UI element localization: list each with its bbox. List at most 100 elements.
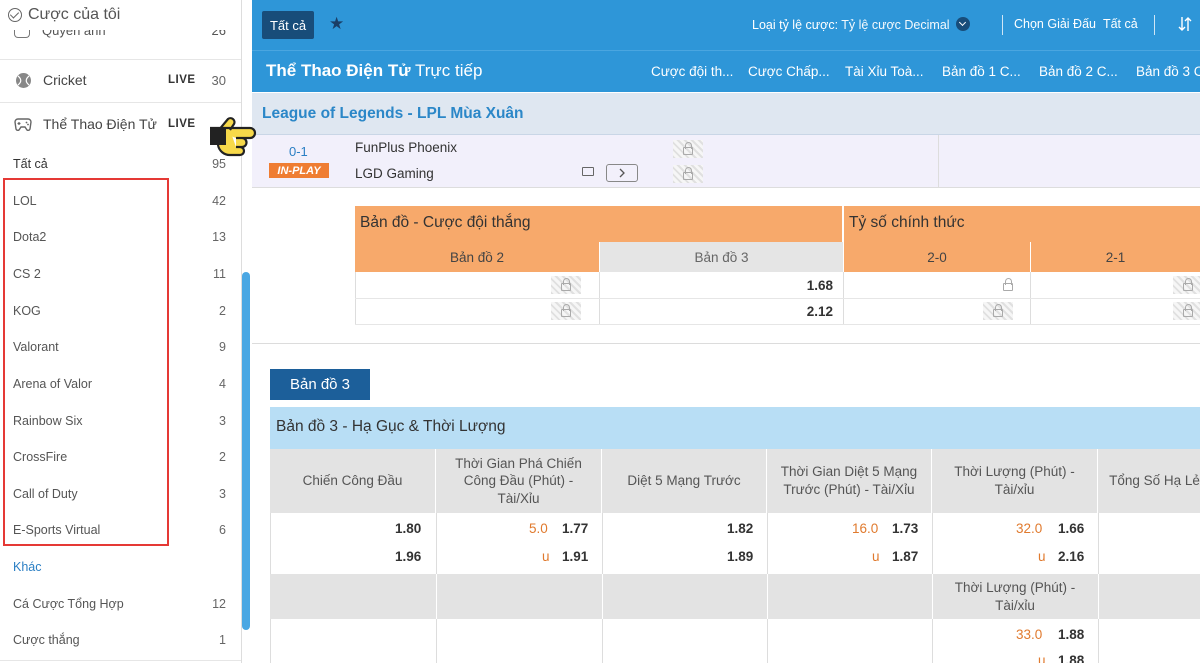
lock-icon — [551, 302, 581, 320]
tab-map-3[interactable]: Bản đồ 3 C... — [1136, 64, 1200, 79]
sidebar-subitem-cs2[interactable]: CS 2 11 — [0, 256, 241, 292]
pointing-hand-icon — [210, 117, 257, 157]
sidebar-item-label: Valorant — [13, 340, 59, 354]
odds-cell[interactable]: 2.16 — [1058, 549, 1084, 564]
handicap-line: u — [872, 549, 880, 564]
tab-map-1[interactable]: Bản đồ 1 C... — [942, 64, 1021, 79]
sidebar-subitem-esports-virtual[interactable]: E-Sports Virtual 6 — [0, 512, 241, 548]
sidebar-subitem-parlay[interactable]: Cá Cược Tổng Hợp 12 — [0, 586, 241, 622]
team-away[interactable]: LGD Gaming — [355, 166, 434, 181]
odds-cell[interactable]: 1.88 — [1058, 627, 1084, 642]
odds-type-selector[interactable]: Loại tỷ lệ cược: Tỷ lệ cược Decimal — [752, 17, 971, 32]
boxing-icon — [14, 30, 30, 38]
odds-type-label: Loại tỷ lệ cược: — [752, 18, 839, 32]
column-header: Tổng Số Hạ Lẻ/Chẵn — [1098, 449, 1200, 513]
market-title-text: Tỷ số chính thức — [849, 214, 965, 231]
league-header[interactable]: League of Legends - LPL Mùa Xuân — [252, 93, 1200, 135]
sidebar-subitem-arena-of-valor[interactable]: Arena of Valor 4 — [0, 366, 241, 402]
tab-map-2[interactable]: Bản đồ 2 C... — [1039, 64, 1118, 79]
column-header: Thời Gian Phá Chiến Công Đầu (Phút) - Tà… — [436, 449, 602, 513]
sidebar-item-count: 3 — [219, 414, 226, 428]
odds-cell[interactable]: 1.91 — [562, 549, 588, 564]
sidebar-scrollbar[interactable] — [242, 272, 250, 630]
odds-type-value: Tỷ lệ cược Decimal — [841, 18, 950, 32]
odds-cell[interactable]: 2.12 — [600, 298, 843, 324]
odds-cell[interactable]: 1.96 — [395, 549, 421, 564]
column-header: Bản đồ 2 — [355, 242, 599, 272]
market-title: Bản đồ 3 - Hạ Gục & Thời Lượng — [270, 407, 1200, 449]
sidebar-item-label: Cá Cược Tổng Hợp — [13, 597, 124, 611]
lock-icon — [1173, 302, 1200, 320]
sidebar-subitem-all[interactable]: Tất cả 95 — [0, 146, 241, 182]
lock-icon — [993, 276, 1023, 294]
match-score: 0-1 — [289, 144, 308, 159]
tab-map-3-markets[interactable]: Bản đồ 3 — [270, 369, 370, 400]
lock-icon — [1173, 276, 1200, 294]
toolbar: Tất cả ★ Loại tỷ lệ cược: Tỷ lệ cược Dec… — [252, 0, 1200, 50]
market-title-text: Bản đồ - Cược đội thắng — [360, 214, 531, 231]
sidebar-subitem-rainbow-six[interactable]: Rainbow Six 3 — [0, 403, 241, 439]
tv-icon[interactable] — [582, 167, 594, 176]
column-header: 2-1 — [1031, 242, 1200, 272]
more-markets-button[interactable] — [606, 164, 638, 182]
tab-match-winner[interactable]: Cược đội th... — [651, 64, 733, 79]
column-header: 2-0 — [844, 242, 1030, 272]
team-home[interactable]: FunPlus Phoenix — [355, 140, 457, 155]
tab-total-over-under[interactable]: Tài Xỉu Toà... — [845, 64, 924, 79]
divider — [1098, 574, 1099, 619]
handicap-line: 16.0 — [852, 521, 879, 536]
column-header: Bản đồ 3 — [600, 242, 843, 272]
sidebar-item-label: Cricket — [43, 72, 87, 88]
sidebar-item-esports[interactable]: Thể Thao Điện Tử LIVE — [0, 104, 241, 144]
tab-handicap[interactable]: Cược Chấp... — [748, 64, 830, 79]
sidebar-subitem-dota2[interactable]: Dota2 13 — [0, 219, 241, 255]
odds-cell[interactable]: 1.66 — [1058, 521, 1084, 536]
sidebar-subitem-kog[interactable]: KOG 2 — [0, 293, 241, 329]
sidebar-subitem-call-of-duty[interactable]: Call of Duty 3 — [0, 476, 241, 512]
sidebar: Cược của tôi Quyền anh 26 Cricket LIVE 3… — [0, 0, 242, 663]
sidebar-item-count: 6 — [219, 523, 226, 537]
sidebar-subitem-valorant[interactable]: Valorant 9 — [0, 329, 241, 365]
sidebar-subitem-outright[interactable]: Cược thắng 1 — [0, 622, 241, 658]
odds-cell[interactable]: 1.77 — [562, 521, 588, 536]
odds-cell[interactable]: 1.87 — [892, 549, 918, 564]
divider — [938, 135, 939, 188]
market-title-text: Bản đồ 3 - Hạ Gục & Thời Lượng — [276, 418, 506, 435]
live-badge: LIVE — [168, 74, 196, 86]
divider — [0, 660, 241, 661]
odds-cell[interactable]: 1.88 — [1058, 653, 1084, 663]
divider — [767, 574, 768, 619]
handicap-line: u — [1038, 653, 1046, 663]
column-header: Thời Lượng (Phút) - Tài/xỉu — [954, 579, 1076, 613]
column-header: Thời Gian Diệt 5 Mạng Trước (Phút) - Tài… — [767, 449, 932, 513]
sidebar-item-count: 12 — [212, 597, 226, 611]
sidebar-item-cricket[interactable]: Cricket LIVE 30 — [0, 60, 241, 100]
my-bets-header[interactable]: Cược của tôi — [8, 6, 120, 24]
gamepad-icon — [14, 115, 32, 133]
sidebar-item-count: 2 — [219, 450, 226, 464]
odds-cell[interactable]: 1.82 — [727, 521, 753, 536]
handicap-line: u — [1038, 549, 1046, 564]
sidebar-item-count: 42 — [212, 194, 226, 208]
sidebar-subitem-lol[interactable]: LOL 42 — [0, 183, 241, 219]
league-selector[interactable]: Chọn Giải Đấu Tất cả — [1014, 17, 1138, 31]
odds-cell[interactable]: 1.80 — [395, 521, 421, 536]
sort-icon[interactable] — [1178, 15, 1192, 36]
handicap-line: 33.0 — [1016, 627, 1043, 642]
main-content: Tất cả ★ Loại tỷ lệ cược: Tỷ lệ cược Dec… — [252, 0, 1200, 663]
odds-cell[interactable]: 1.73 — [892, 521, 918, 536]
match-row: 0-1 IN-PLAY FunPlus Phoenix LGD Gaming — [252, 135, 1200, 188]
divider — [436, 574, 437, 619]
sidebar-item-boxing[interactable]: Quyền anh 26 — [14, 30, 239, 44]
sidebar-item-label: E-Sports Virtual — [13, 523, 101, 537]
sidebar-subitem-crossfire[interactable]: CrossFire 2 — [0, 439, 241, 475]
odds-cell[interactable]: 1.68 — [600, 272, 843, 298]
handicap-line: 5.0 — [529, 521, 548, 536]
sidebar-item-label: Thể Thao Điện Tử — [43, 116, 157, 132]
odds-cell[interactable]: 1.89 — [727, 549, 753, 564]
divider — [0, 102, 241, 103]
all-button[interactable]: Tất cả — [262, 11, 314, 39]
sidebar-subitem-other[interactable]: Khác — [0, 549, 241, 585]
star-icon[interactable]: ★ — [329, 14, 344, 34]
sport-header: Thể Thao Điện Tử Trực tiếp Cược đội th..… — [252, 50, 1200, 92]
